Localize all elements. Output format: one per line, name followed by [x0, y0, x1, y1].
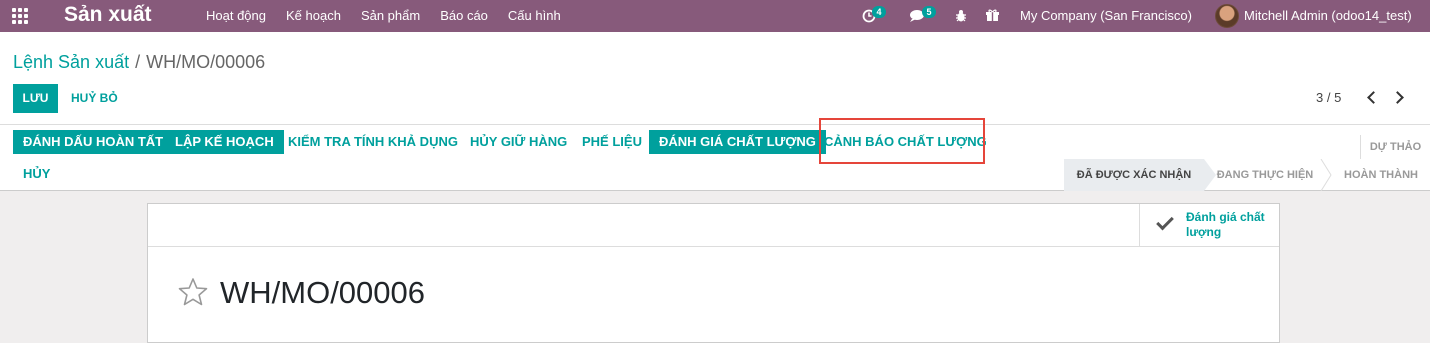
status-draft[interactable]: DỰ THẢO: [1360, 135, 1430, 159]
breadcrumb-separator: /: [135, 52, 141, 72]
chevron-right-icon[interactable]: [1391, 91, 1404, 104]
menu-item-configuration[interactable]: Cấu hình: [498, 0, 571, 32]
check-availability-button[interactable]: KIỂM TRA TÍNH KHẢ DỤNG: [278, 130, 468, 154]
user-avatar[interactable]: [1215, 4, 1239, 28]
save-button[interactable]: LƯU: [13, 84, 58, 113]
cancel-button[interactable]: HỦY: [13, 162, 60, 186]
status-step-in-progress[interactable]: ĐANG THỰC HIỆN: [1210, 159, 1320, 191]
breadcrumb: Lệnh Sản xuất / WH/MO/00006: [13, 52, 265, 73]
stat-button-label-line1: Đánh giá chất: [1186, 210, 1265, 224]
menu-item-products[interactable]: Sản phẩm: [351, 0, 430, 32]
form-sheet-background: Đánh giá chất lượng: [0, 191, 1430, 343]
pager-value[interactable]: 3 / 5: [1316, 90, 1341, 105]
scrap-button[interactable]: PHẾ LIỆU: [572, 130, 652, 154]
chevron-left-icon[interactable]: [1367, 91, 1380, 104]
main-menu: Hoạt động Kế hoạch Sản phẩm Báo cáo Cấu …: [196, 0, 571, 32]
status-step-confirmed[interactable]: ĐÃ ĐƯỢC XÁC NHẬN: [1064, 159, 1204, 191]
mark-done-button[interactable]: ĐÁNH DẤU HOÀN TẤT: [13, 130, 174, 154]
star-icon[interactable]: [178, 277, 208, 307]
unreserve-button[interactable]: HỦY GIỮ HÀNG: [460, 130, 577, 154]
menu-item-planning[interactable]: Kế hoạch: [276, 0, 351, 32]
discard-button[interactable]: HUỶ BỎ: [71, 91, 118, 105]
stat-button-label-line2: lượng: [1186, 225, 1222, 239]
form-sheet: Đánh giá chất lượng: [147, 203, 1280, 343]
stat-button-label: Đánh giá chất lượng: [1186, 210, 1276, 240]
control-panel: Lệnh Sản xuất / WH/MO/00006 LƯU HUỶ BỎ 3 /…: [0, 32, 1430, 124]
quality-check-button[interactable]: ĐÁNH GIÁ CHẤT LƯỢNG: [649, 130, 826, 154]
bug-icon[interactable]: [955, 9, 967, 23]
menu-item-operations[interactable]: Hoạt động: [196, 0, 276, 32]
apps-menu-icon[interactable]: [12, 8, 32, 24]
activity-count-badge: 4: [872, 6, 886, 18]
company-switcher[interactable]: My Company (San Francisco): [1020, 0, 1192, 32]
gift-icon[interactable]: [986, 9, 999, 22]
messaging-systray[interactable]: 5: [906, 0, 942, 32]
check-icon: [1156, 212, 1174, 231]
user-menu[interactable]: Mitchell Admin (odoo14_test): [1244, 0, 1412, 32]
quality-checks-stat-button[interactable]: Đánh giá chất lượng: [1139, 204, 1279, 247]
record-title: WH/MO/00006: [220, 275, 426, 310]
top-navbar: Sản xuất Hoạt động Kế hoạch Sản phẩm Báo…: [0, 0, 1430, 32]
breadcrumb-parent[interactable]: Lệnh Sản xuất: [13, 52, 129, 72]
message-count-badge: 5: [922, 6, 936, 18]
breadcrumb-current: WH/MO/00006: [146, 52, 266, 72]
app-brand[interactable]: Sản xuất: [64, 3, 152, 27]
activity-systray[interactable]: 4: [858, 0, 892, 32]
form-statusbar: ĐÁNH DẤU HOÀN TẤT LẬP KẾ HOẠCH KIỂM TRA …: [0, 124, 1430, 191]
menu-item-reporting[interactable]: Báo cáo: [430, 0, 498, 32]
plan-button[interactable]: LẬP KẾ HOẠCH: [165, 130, 284, 154]
smart-button-box: Đánh giá chất lượng: [148, 204, 1279, 247]
highlight-box: [819, 118, 985, 164]
step-divider-icon: [1320, 159, 1332, 191]
status-step-done[interactable]: HOÀN THÀNH: [1332, 159, 1430, 191]
